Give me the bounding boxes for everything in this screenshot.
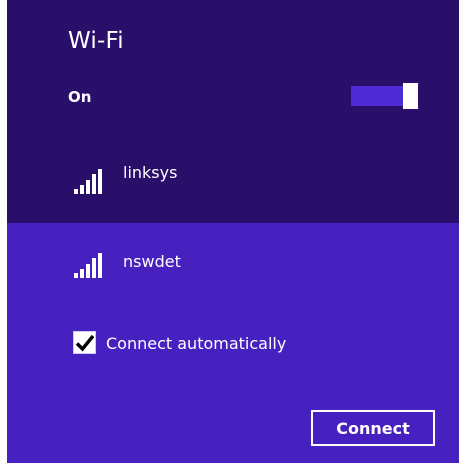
connect-automatically-checkbox[interactable]	[73, 331, 96, 354]
wifi-signal-icon	[74, 253, 105, 278]
network-name: nswdet	[123, 252, 181, 271]
panel-title: Wi-Fi	[68, 28, 124, 54]
connect-automatically-label: Connect automatically	[106, 334, 287, 353]
network-item-linksys[interactable]: linksys	[7, 124, 459, 223]
checkmark-icon	[75, 334, 95, 352]
wifi-flyout-panel: Wi-Fi On linksys nswdet Connect automati…	[7, 0, 459, 463]
connect-button[interactable]: Connect	[311, 410, 435, 446]
network-item-nswdet: nswdet Connect automatically Connect	[7, 223, 459, 463]
network-row-nswdet[interactable]: nswdet	[7, 223, 459, 322]
wifi-state-label: On	[68, 88, 92, 106]
wifi-toggle[interactable]	[351, 83, 419, 109]
toggle-thumb	[403, 83, 418, 109]
wifi-signal-icon	[74, 169, 105, 194]
toggle-track	[351, 86, 403, 106]
network-name: linksys	[123, 163, 178, 182]
